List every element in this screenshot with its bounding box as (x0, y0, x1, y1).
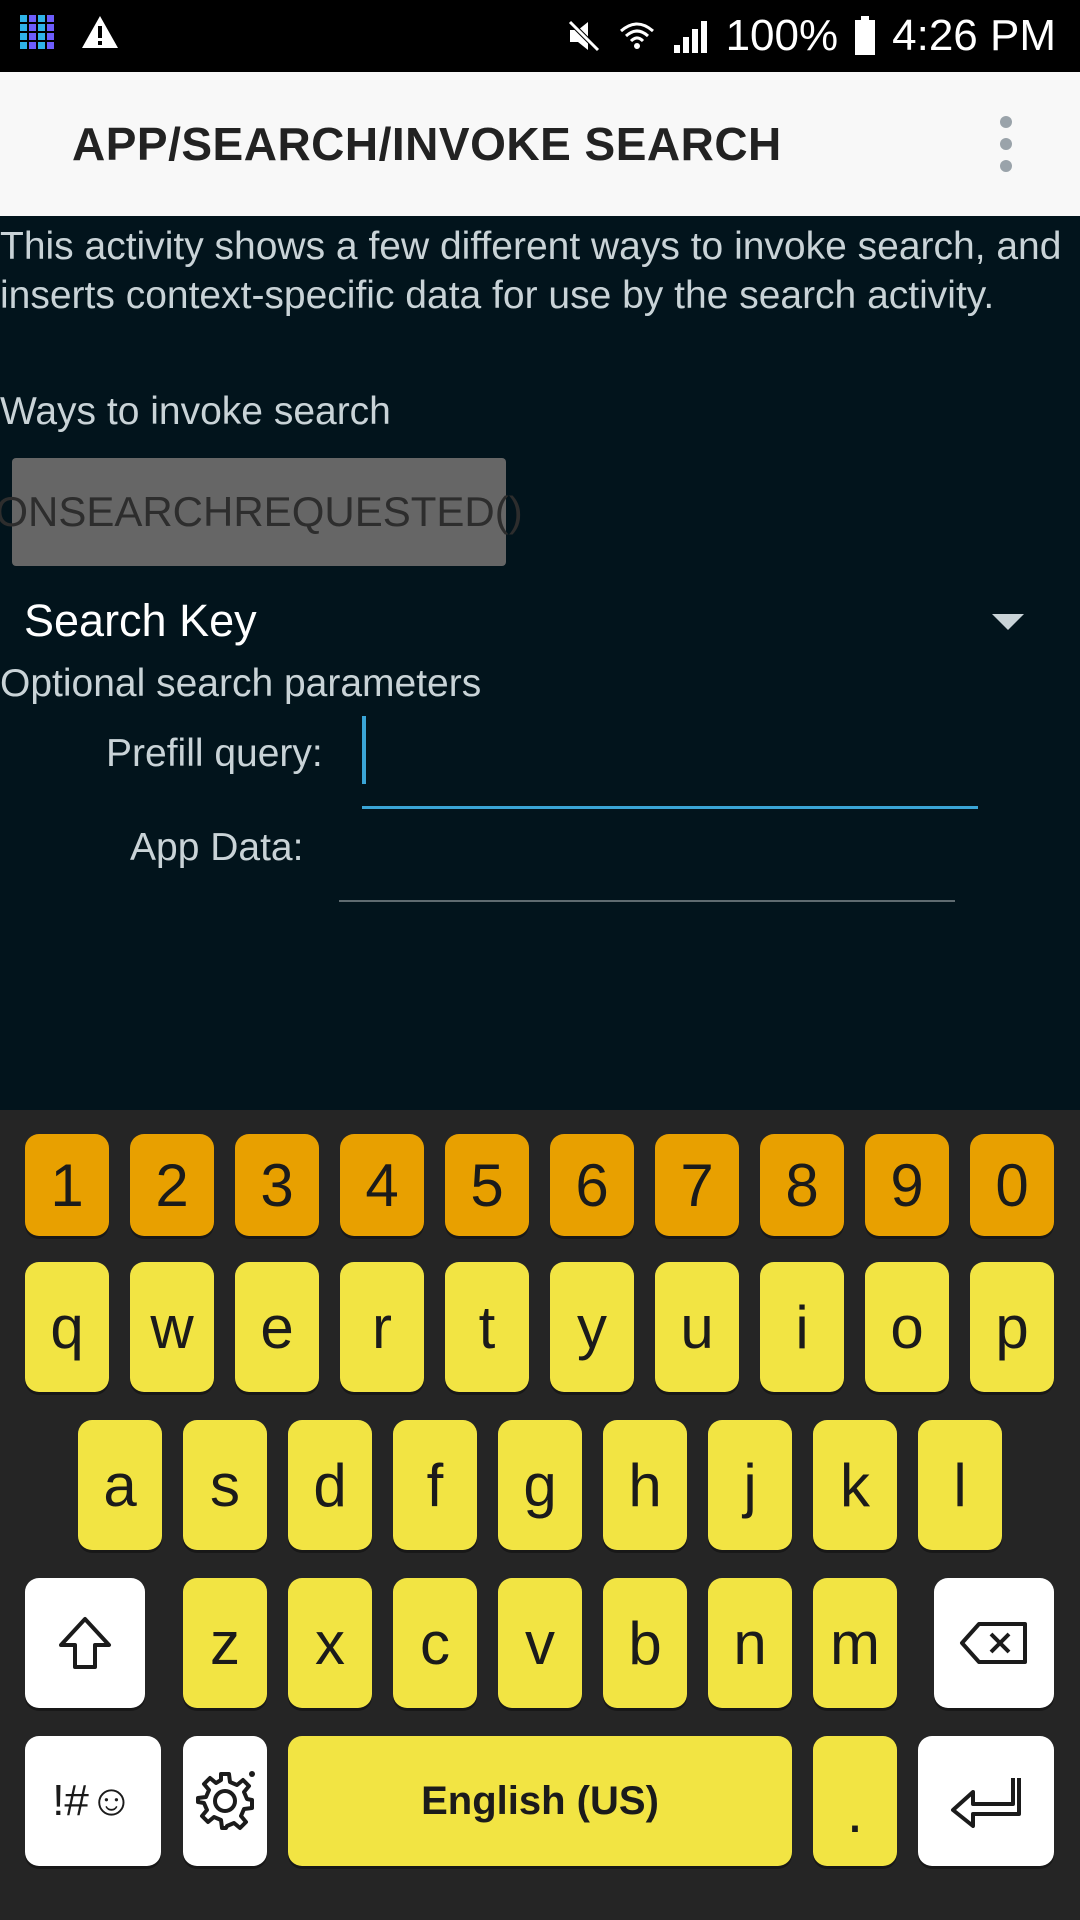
enter-arrow-icon (951, 1778, 1021, 1828)
page-title: APP/SEARCH/INVOKE SEARCH (72, 118, 782, 170)
mute-icon (567, 20, 600, 52)
ways-label: Ways to invoke search (0, 390, 391, 433)
app-notification-icon (20, 15, 54, 49)
shift-key[interactable] (25, 1578, 145, 1708)
backspace-icon (960, 1622, 1027, 1664)
action-bar: APP/SEARCH/INVOKE SEARCH (0, 72, 1080, 216)
period-key[interactable]: . (813, 1736, 897, 1866)
key-8[interactable]: 8 (760, 1134, 844, 1236)
dropdown-arrow-icon (992, 614, 1024, 630)
on-search-requested-button[interactable]: ONSEARCHREQUESTED() (0, 458, 523, 566)
gear-icon (196, 1771, 255, 1830)
key-z[interactable]: z (183, 1578, 267, 1708)
battery-percent: 100% (725, 11, 839, 60)
enter-key[interactable] (918, 1736, 1054, 1866)
key-y[interactable]: y (550, 1262, 634, 1392)
text-cursor (362, 716, 366, 784)
key-9[interactable]: 9 (865, 1134, 949, 1236)
clock: 4:26 PM (892, 11, 1056, 60)
key-p[interactable]: p (970, 1262, 1054, 1392)
warning-icon (82, 16, 118, 48)
key-j[interactable]: j (708, 1420, 792, 1550)
key-i[interactable]: i (760, 1262, 844, 1392)
key-2[interactable]: 2 (130, 1134, 214, 1236)
key-m[interactable]: m (813, 1578, 897, 1708)
spinner-selected-value: Search Key (24, 595, 257, 646)
app-data-input[interactable] (339, 810, 955, 902)
prefill-query-input[interactable] (362, 714, 978, 809)
key-7[interactable]: 7 (655, 1134, 739, 1236)
key-x[interactable]: x (288, 1578, 372, 1708)
key-o[interactable]: o (865, 1262, 949, 1392)
key-u[interactable]: u (655, 1262, 739, 1392)
key-v[interactable]: v (498, 1578, 582, 1708)
activity-description: This activity shows a few different ways… (0, 225, 1062, 317)
prefill-query-label: Prefill query: (106, 732, 323, 775)
key-k[interactable]: k (813, 1420, 897, 1550)
key-r[interactable]: r (340, 1262, 424, 1392)
key-c[interactable]: c (393, 1578, 477, 1708)
backspace-key[interactable] (934, 1578, 1054, 1708)
shift-arrow-icon (59, 1617, 111, 1669)
soft-keyboard: 1 2 3 4 5 6 7 8 9 0 q w e r t y u i o p … (0, 1110, 1080, 1920)
search-mode-spinner[interactable]: Search Key (24, 590, 1054, 652)
key-6[interactable]: 6 (550, 1134, 634, 1236)
key-w[interactable]: w (130, 1262, 214, 1392)
key-e[interactable]: e (235, 1262, 319, 1392)
key-d[interactable]: d (288, 1420, 372, 1550)
key-n[interactable]: n (708, 1578, 792, 1708)
key-g[interactable]: g (498, 1420, 582, 1550)
optional-params-label: Optional search parameters (0, 662, 482, 705)
key-3[interactable]: 3 (235, 1134, 319, 1236)
space-bar[interactable]: English (US) (288, 1736, 792, 1866)
key-1[interactable]: 1 (25, 1134, 109, 1236)
app-data-label: App Data: (130, 826, 304, 869)
key-q[interactable]: q (25, 1262, 109, 1392)
overflow-menu-icon[interactable] (996, 116, 1016, 172)
key-h[interactable]: h (603, 1420, 687, 1550)
key-a[interactable]: a (78, 1420, 162, 1550)
settings-key[interactable] (183, 1736, 267, 1866)
status-bar: 100% 4:26 PM (0, 0, 1080, 72)
key-t[interactable]: t (445, 1262, 529, 1392)
key-s[interactable]: s (183, 1420, 267, 1550)
key-f[interactable]: f (393, 1420, 477, 1550)
key-0[interactable]: 0 (970, 1134, 1054, 1236)
signal-icon (673, 21, 707, 53)
key-5[interactable]: 5 (445, 1134, 529, 1236)
key-l[interactable]: l (918, 1420, 1002, 1550)
key-b[interactable]: b (603, 1578, 687, 1708)
wifi-icon (619, 22, 654, 49)
symbols-key[interactable]: !#☺ (25, 1736, 161, 1866)
battery-icon (855, 16, 876, 55)
key-4[interactable]: 4 (340, 1134, 424, 1236)
